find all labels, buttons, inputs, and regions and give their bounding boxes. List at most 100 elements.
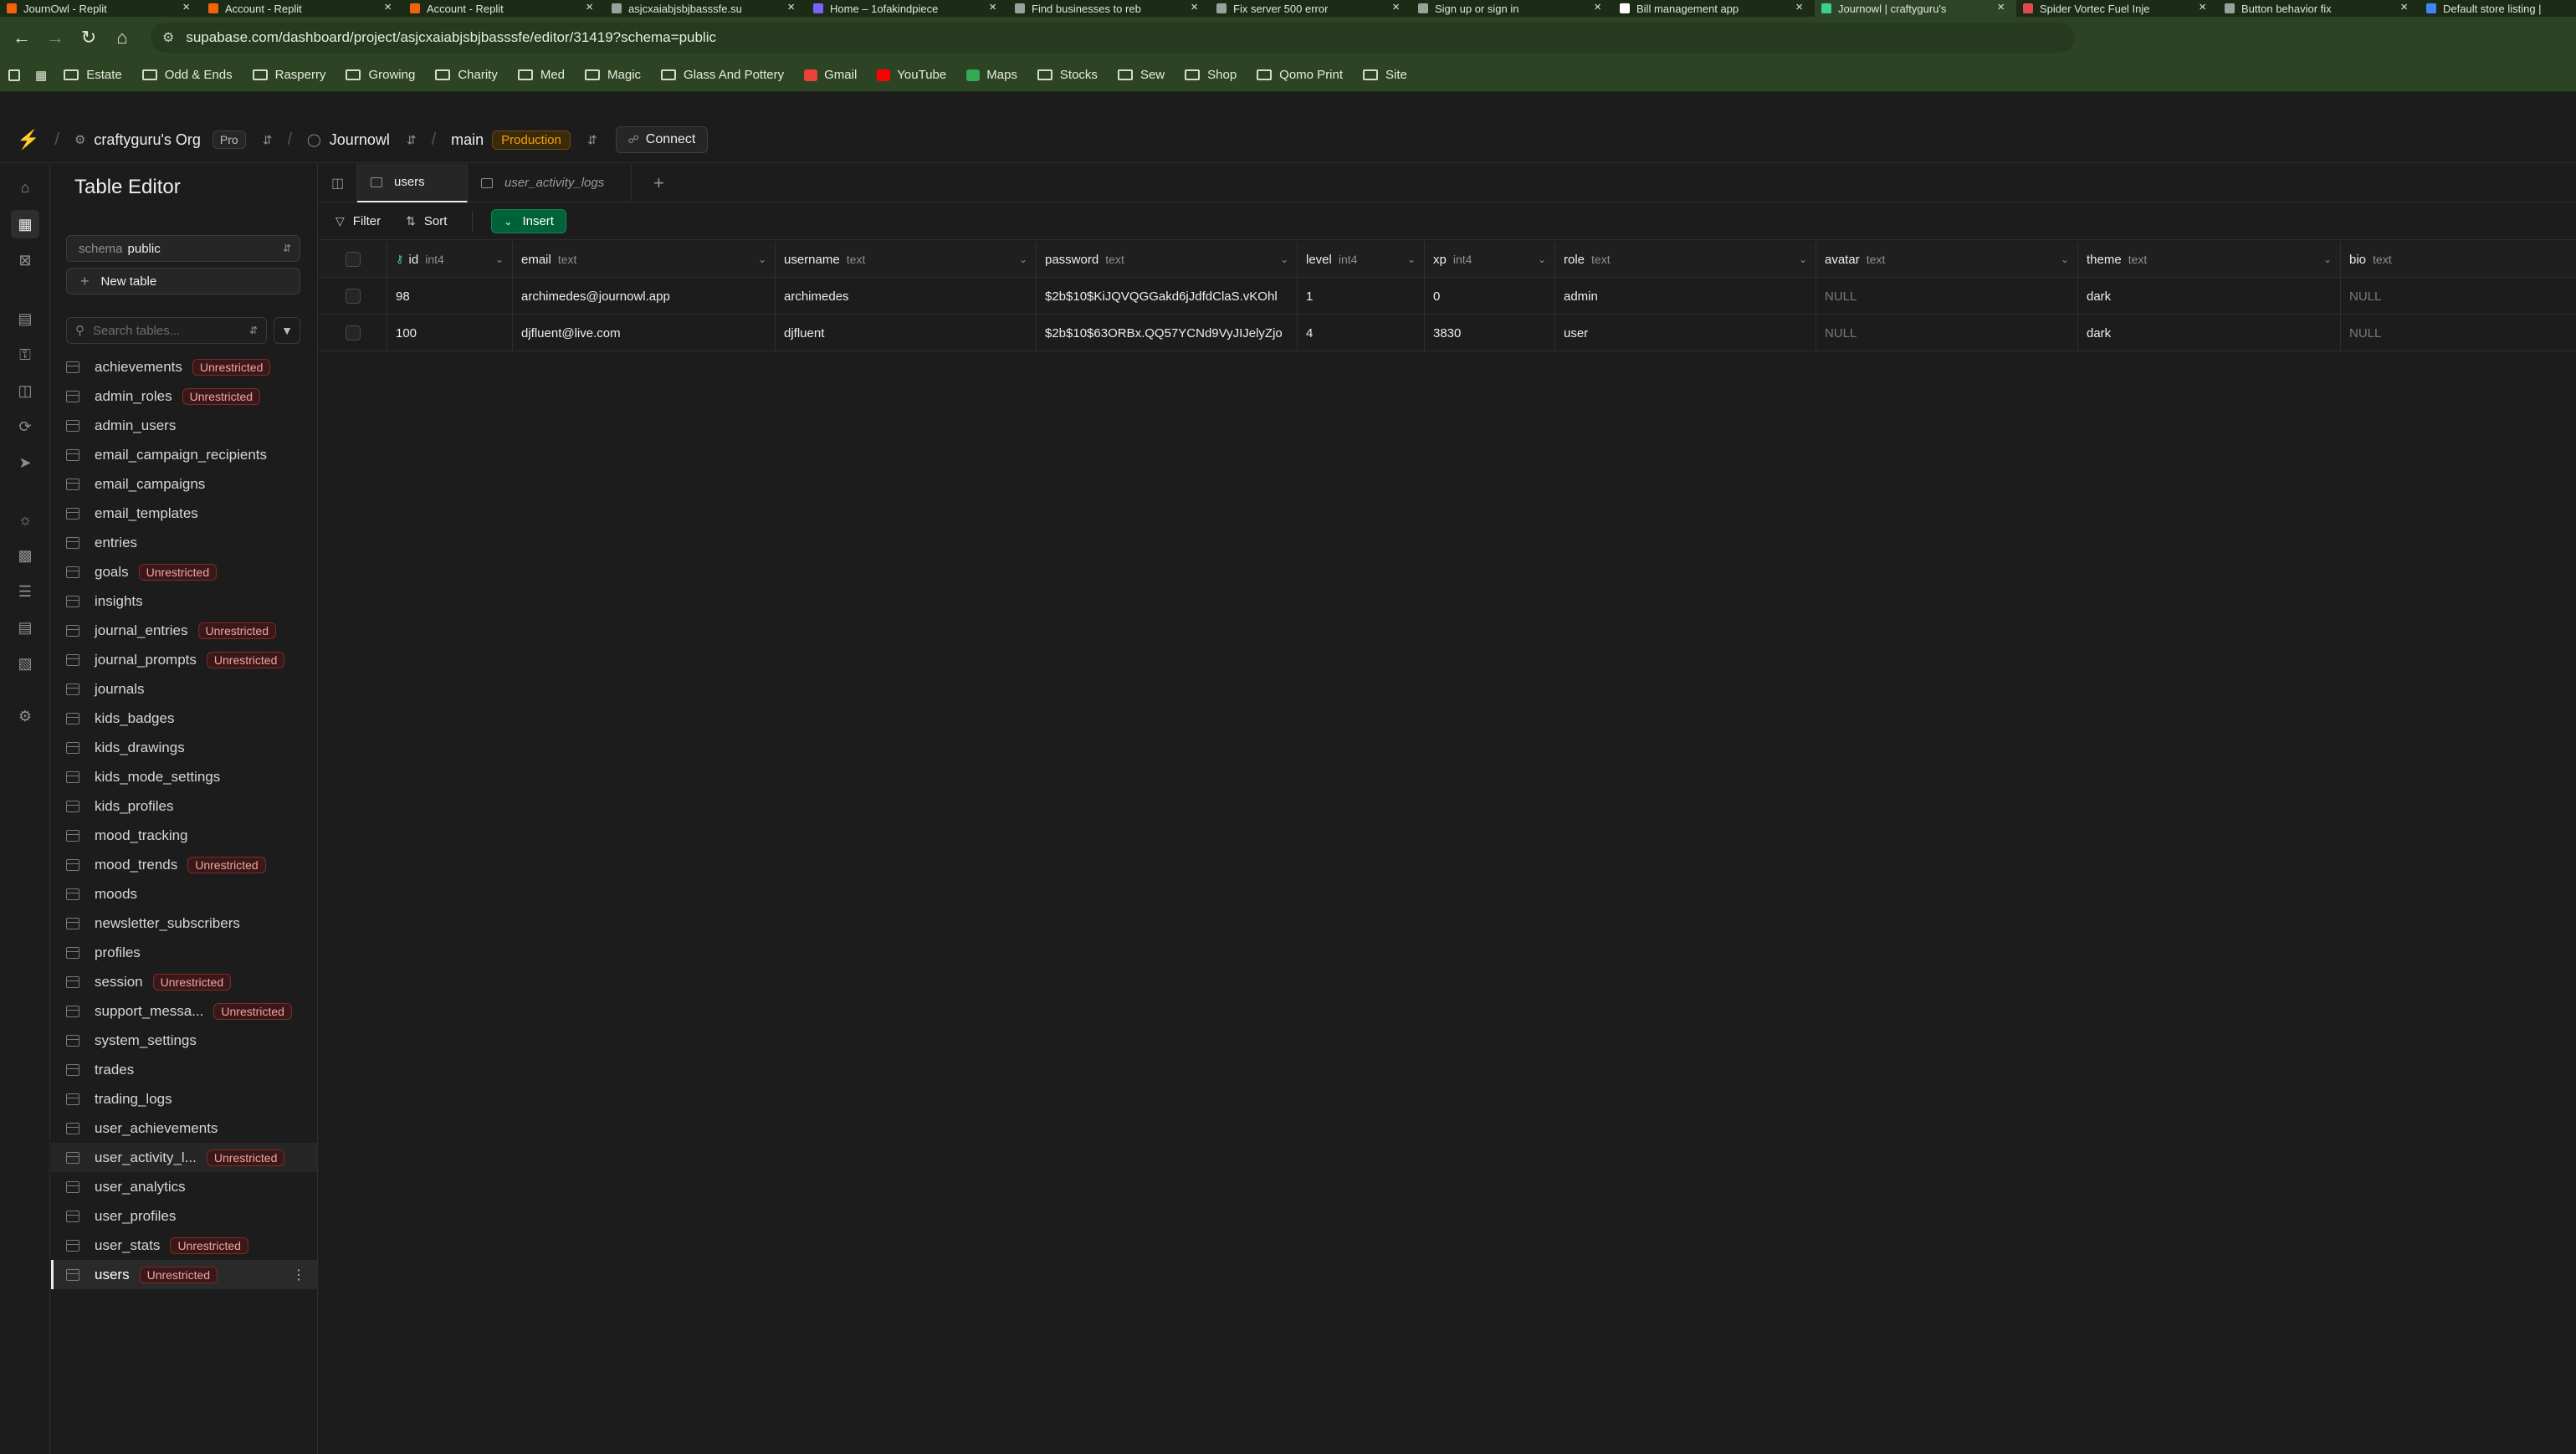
settings-gear-icon[interactable]: ⚙ [15, 706, 35, 726]
table-cell[interactable]: djfluent [776, 315, 1037, 351]
close-tab-icon[interactable]: × [1795, 0, 1803, 14]
browser-tab[interactable]: JournOwl - Replit × [0, 0, 202, 17]
org-selector[interactable]: ⚙ craftyguru's Org Pro ⇵ [74, 131, 272, 149]
bookmark-item[interactable]: Stocks [1037, 68, 1098, 82]
close-tab-icon[interactable]: × [1392, 0, 1400, 14]
sidebar-table-item[interactable]: system_settings [51, 1026, 317, 1055]
schema-selector[interactable]: schema public ⇵ [66, 235, 300, 262]
bookmark-item[interactable]: Maps [966, 68, 1017, 82]
table-cell[interactable]: 98 [387, 278, 513, 315]
sidebar-table-item[interactable]: goals Unrestricted [51, 557, 317, 586]
column-header[interactable]: ⚷ id int4 ⌄ [387, 241, 513, 278]
table-cell[interactable]: 100 [387, 315, 513, 351]
column-header[interactable]: theme text ⌄ [2078, 241, 2341, 278]
bookmark-item[interactable]: Site [1363, 68, 1407, 82]
table-cell[interactable]: NULL [1816, 278, 2078, 315]
sidebar-table-item[interactable]: admin_users [51, 411, 317, 440]
grid-icon[interactable]: ▦ [35, 68, 47, 83]
bookmark-item[interactable]: Magic [585, 68, 641, 82]
table-cell[interactable]: archimedes@journowl.app [513, 278, 776, 315]
apps-icon[interactable] [8, 69, 20, 81]
sidebar-table-item[interactable]: user_activity_l... Unrestricted [51, 1143, 317, 1172]
sidebar-table-item[interactable]: moods [51, 879, 317, 909]
select-all-checkbox[interactable] [345, 252, 361, 267]
sidebar-table-item[interactable]: insights [51, 586, 317, 616]
sidebar-table-item[interactable]: user_stats Unrestricted [51, 1231, 317, 1260]
sql-editor-icon[interactable]: ⊠ [15, 250, 35, 270]
editor-tab[interactable]: user_activity_logs [468, 163, 632, 202]
table-cell[interactable]: user [1555, 315, 1816, 351]
new-table-button[interactable]: + New table [66, 268, 300, 294]
filter-button[interactable]: ▽ Filter [335, 214, 381, 228]
bookmark-item[interactable]: Glass And Pottery [661, 68, 784, 82]
edge-functions-icon[interactable]: ⟳ [15, 417, 35, 437]
table-cell[interactable]: 1 [1298, 278, 1425, 315]
browser-tab[interactable]: Fix server 500 error × [1210, 0, 1411, 17]
chevron-down-icon[interactable]: ⌄ [1538, 253, 1546, 265]
close-tab-icon[interactable]: × [384, 0, 392, 14]
column-header[interactable]: email text ⌄ [513, 241, 776, 278]
chevron-down-icon[interactable]: ⌄ [1019, 253, 1027, 265]
sidebar-table-item[interactable]: support_messa... Unrestricted [51, 996, 317, 1026]
sidebar-table-item[interactable]: newsletter_subscribers [51, 909, 317, 938]
table-cell[interactable]: djfluent@live.com [513, 315, 776, 351]
bookmark-item[interactable]: Estate [64, 68, 122, 82]
sidebar-table-item[interactable]: journal_entries Unrestricted [51, 616, 317, 645]
column-header[interactable]: password text ⌄ [1037, 241, 1298, 278]
chevron-down-icon[interactable]: ⌄ [1280, 253, 1288, 265]
bookmark-item[interactable]: Charity [435, 68, 498, 82]
sidebar-table-item[interactable]: profiles [51, 938, 317, 967]
sidebar-table-item[interactable]: journals [51, 674, 317, 704]
browser-tab[interactable]: Home – 1ofakindpiece × [807, 0, 1008, 17]
advisors-icon[interactable]: ☼ [15, 509, 35, 530]
sidebar-table-item[interactable]: mood_tracking [51, 821, 317, 850]
url-bar[interactable]: ⚙ supabase.com/dashboard/project/asjcxai… [151, 23, 2075, 53]
realtime-icon[interactable]: ➤ [15, 453, 35, 473]
table-cell[interactable]: dark [2078, 278, 2341, 315]
insert-button[interactable]: ⌄ Insert [491, 209, 566, 233]
sidebar-table-item[interactable]: user_achievements [51, 1114, 317, 1143]
chevron-down-icon[interactable]: ⌄ [1407, 253, 1416, 265]
storage-icon[interactable]: ◫ [15, 381, 35, 401]
add-tab-icon[interactable]: + [653, 172, 664, 194]
bookmark-item[interactable]: Gmail [804, 68, 857, 82]
sidebar-table-item[interactable]: kids_profiles [51, 791, 317, 821]
api-docs-icon[interactable]: ▤ [15, 617, 35, 637]
column-header[interactable]: biotext⌄ [2341, 241, 2576, 278]
close-tab-icon[interactable]: × [182, 0, 190, 14]
browser-tab[interactable]: Sign up or sign in × [1411, 0, 1613, 17]
reload-icon[interactable]: ↻ [72, 21, 105, 54]
table-cell[interactable]: NULL [2341, 278, 2576, 315]
sidebar-table-item[interactable]: kids_badges [51, 704, 317, 733]
close-tab-icon[interactable]: × [787, 0, 795, 14]
more-options-icon[interactable]: ⋮ [292, 1267, 305, 1283]
close-tab-icon[interactable]: × [1997, 0, 2005, 14]
sidebar-table-item[interactable]: email_campaign_recipients [51, 440, 317, 469]
database-icon[interactable]: ▤ [15, 309, 35, 329]
supabase-logo-icon[interactable]: ⚡ [17, 129, 39, 151]
browser-tab[interactable]: asjcxaiabjsbjbasssfe.su × [605, 0, 807, 17]
close-tab-icon[interactable]: × [1191, 0, 1198, 14]
sidebar-table-item[interactable]: trading_logs [51, 1084, 317, 1114]
bookmark-item[interactable]: Rasperry [252, 68, 325, 82]
site-info-icon[interactable]: ⚙ [162, 29, 174, 46]
table-cell[interactable]: $2b$10$KiJQVQGGakd6jJdfdClaS.vKOhl [1037, 278, 1298, 315]
browser-tab[interactable]: Default store listing | × [2420, 0, 2576, 17]
chevron-down-icon[interactable]: ⌄ [758, 253, 766, 265]
chevron-down-icon[interactable]: ⌄ [1799, 253, 1807, 265]
bookmark-item[interactable]: Sew [1117, 68, 1165, 82]
browser-tab[interactable]: Spider Vortec Fuel Inje × [2016, 0, 2218, 17]
toggle-sidebar-icon[interactable]: ◫ [319, 163, 357, 202]
column-header[interactable]: avatar text ⌄ [1816, 241, 2078, 278]
chevron-down-icon[interactable]: ⌄ [495, 253, 504, 265]
column-header[interactable]: username text ⌄ [776, 241, 1037, 278]
back-icon[interactable]: ← [5, 21, 38, 54]
table-cell[interactable]: archimedes [776, 278, 1037, 315]
bookmark-item[interactable]: Shop [1185, 68, 1237, 82]
browser-tab[interactable]: Journowl | craftyguru's × [1815, 0, 2016, 17]
sidebar-table-item[interactable]: user_analytics [51, 1172, 317, 1201]
sidebar-table-item[interactable]: achievements Unrestricted [51, 352, 317, 381]
home-icon[interactable]: ⌂ [15, 177, 35, 197]
bookmark-item[interactable]: Growing [346, 68, 415, 82]
sidebar-table-item[interactable]: trades [51, 1055, 317, 1084]
